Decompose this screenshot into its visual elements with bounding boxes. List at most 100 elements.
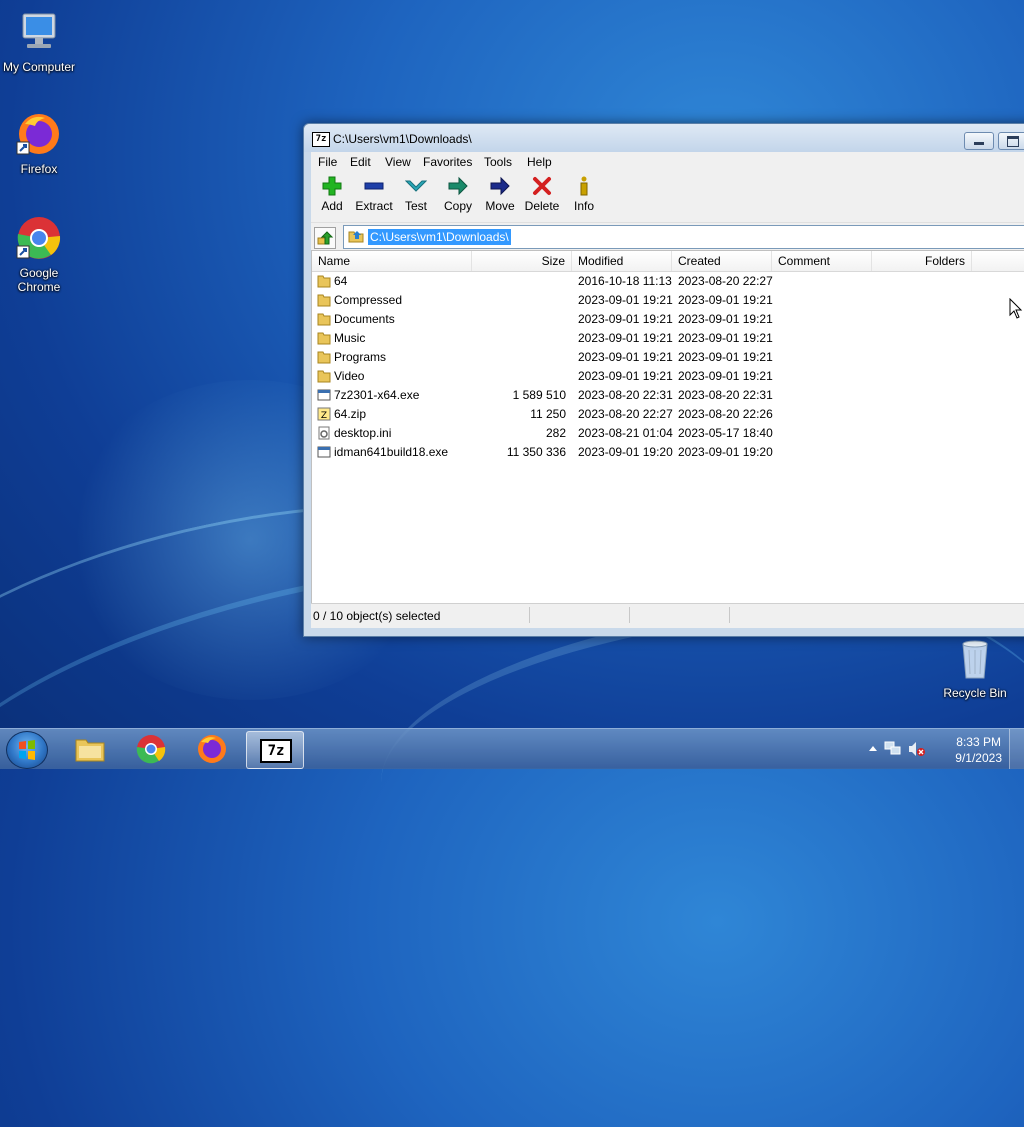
file-created: 2023-08-20 22:26 — [678, 407, 773, 421]
show-hidden-icons-icon[interactable] — [868, 744, 878, 752]
start-button[interactable] — [6, 731, 48, 769]
file-row[interactable]: Compressed 2023-09-01 19:21 2023-09-01 19:… — [312, 291, 1024, 310]
test-button[interactable]: Test — [395, 174, 437, 220]
menu-favorites[interactable]: Favorites — [423, 155, 472, 169]
maximize-button[interactable] — [998, 132, 1024, 150]
file-created: 2023-09-01 19:20 — [678, 445, 773, 459]
copy-label: Copy — [443, 199, 472, 213]
file-modified: 2023-09-01 19:21 — [578, 293, 673, 307]
taskbar-firefox[interactable] — [184, 731, 240, 767]
copy-icon — [437, 174, 479, 198]
move-button[interactable]: Move — [479, 174, 521, 220]
toolbar: Add Extract Test Copy Move Delete Info — [311, 172, 1024, 223]
chrome-icon — [136, 735, 166, 764]
title-bar[interactable]: 7z C:\Users\vm1\Downloads\ — [304, 124, 1024, 152]
taskbar-7zip[interactable]: 7z — [246, 731, 304, 769]
firefox-icon — [15, 110, 63, 158]
file-list: Name Size Modified Created Comment Folde… — [311, 250, 1024, 628]
add-button[interactable]: Add — [311, 174, 353, 220]
address-text: C:\Users\vm1\Downloads\ — [368, 229, 511, 245]
file-name: 64 — [334, 274, 348, 288]
file-created: 2023-09-01 19:21 — [678, 312, 773, 326]
column-folders[interactable]: Folders — [872, 251, 972, 271]
desktop-icon-my-computer[interactable]: My Computer — [0, 8, 79, 74]
desktop-icon-label: My Computer — [2, 60, 76, 74]
file-modified: 2023-08-21 01:04 — [578, 426, 673, 440]
file-size: 11 350 336 — [506, 445, 566, 459]
file-row[interactable]: desktop.ini 282 2023-08-21 01:04 2023-05-17… — [312, 424, 1024, 443]
file-name: Video — [334, 369, 365, 383]
file-size — [472, 310, 566, 329]
file-modified: 2023-09-01 19:20 — [578, 445, 673, 459]
up-folder-button[interactable] — [314, 227, 336, 249]
svg-text:Z: Z — [321, 411, 327, 421]
file-size: 282 — [545, 426, 566, 440]
file-row[interactable]: Z 64.zip 11 250 2023-08-20 22:27 2023-08-20 … — [312, 405, 1024, 424]
folder-icon — [317, 274, 331, 288]
7zip-icon: 7z — [260, 739, 292, 763]
folder-icon — [317, 312, 331, 326]
desktop-icon-label: Google Chrome — [17, 266, 61, 294]
taskbar-explorer[interactable] — [62, 731, 118, 767]
up-arrow-icon — [317, 231, 334, 245]
delete-label: Delete — [524, 199, 560, 213]
file-created: 2023-08-20 22:31 — [678, 388, 773, 402]
file-created: 2023-09-01 19:21 — [678, 350, 773, 364]
file-row[interactable]: Documents 2023-09-01 19:21 2023-09-01 19:2… — [312, 310, 1024, 329]
column-modified[interactable]: Modified — [572, 251, 672, 271]
info-label: Info — [573, 199, 594, 213]
file-row[interactable]: 64 2016-10-18 11:13 2023-08-20 22:27 — [312, 272, 1024, 291]
address-field[interactable]: C:\Users\vm1\Downloads\ — [343, 225, 1024, 249]
file-name: Compressed — [334, 293, 403, 307]
status-divider — [529, 607, 530, 623]
extract-label: Extract — [355, 199, 393, 213]
menu-edit[interactable]: Edit — [350, 155, 371, 169]
taskbar-chrome[interactable] — [123, 731, 179, 767]
info-button[interactable]: Info — [563, 174, 605, 220]
desktop-icon-recycle-bin[interactable]: Recycle Bin — [935, 634, 1015, 700]
network-icon[interactable] — [884, 741, 902, 757]
clock[interactable]: 8:33 PM 9/1/2023 — [955, 734, 1002, 766]
file-row[interactable]: Video 2023-09-01 19:21 2023-09-01 19:21 — [312, 367, 1024, 386]
menu-bar: File Edit View Favorites Tools Help — [311, 152, 1024, 172]
column-created[interactable]: Created — [672, 251, 772, 271]
7zip-app-icon: 7z — [312, 132, 330, 147]
file-size: 1 589 510 — [512, 388, 566, 402]
window-title: C:\Users\vm1\Downloads\ — [333, 132, 472, 146]
file-row[interactable]: Music 2023-09-01 19:21 2023-09-01 19:21 — [312, 329, 1024, 348]
copy-button[interactable]: Copy — [437, 174, 479, 220]
show-desktop-button[interactable] — [1009, 729, 1024, 769]
window-content: File Edit View Favorites Tools Help Add … — [311, 152, 1024, 628]
delete-icon — [521, 174, 563, 198]
file-name: 7z2301-x64.exe — [334, 388, 420, 402]
file-row[interactable]: idman641build18.exe 11 350 336 2023-09-01 … — [312, 443, 1024, 462]
desktop-icon-google-chrome[interactable]: Google Chrome — [0, 214, 79, 294]
folder-icon — [317, 350, 331, 364]
menu-file[interactable]: File — [318, 155, 337, 169]
column-comment[interactable]: Comment — [772, 251, 872, 271]
firefox-icon — [198, 735, 226, 763]
file-name: Documents — [334, 312, 395, 326]
column-name[interactable]: Name — [312, 251, 472, 271]
file-size — [472, 367, 566, 386]
file-name: idman641build18.exe — [334, 445, 449, 459]
menu-view[interactable]: View — [385, 155, 411, 169]
folder-icon — [317, 331, 331, 345]
file-created: 2023-05-17 18:40 — [678, 426, 773, 440]
file-row[interactable]: Programs 2023-09-01 19:21 2023-09-01 19:21 — [312, 348, 1024, 367]
menu-help[interactable]: Help — [527, 155, 552, 169]
file-row[interactable]: 7z2301-x64.exe 1 589 510 2023-08-20 22:31 2… — [312, 386, 1024, 405]
folder-icon — [348, 231, 364, 243]
7zip-file-manager-window: 7z C:\Users\vm1\Downloads\ File Edit Vie… — [303, 123, 1024, 637]
recycle-bin-icon — [951, 634, 999, 682]
menu-tools[interactable]: Tools — [484, 155, 512, 169]
status-divider — [629, 607, 630, 623]
volume-muted-icon[interactable] — [908, 741, 926, 757]
column-size[interactable]: Size — [472, 251, 572, 271]
delete-button[interactable]: Delete — [521, 174, 563, 220]
desktop-icon-firefox[interactable]: Firefox — [0, 110, 79, 176]
file-modified: 2023-08-20 22:27 — [578, 407, 673, 421]
file-modified: 2023-09-01 19:21 — [578, 369, 673, 383]
minimize-button[interactable] — [964, 132, 994, 150]
extract-button[interactable]: Extract — [353, 174, 395, 220]
